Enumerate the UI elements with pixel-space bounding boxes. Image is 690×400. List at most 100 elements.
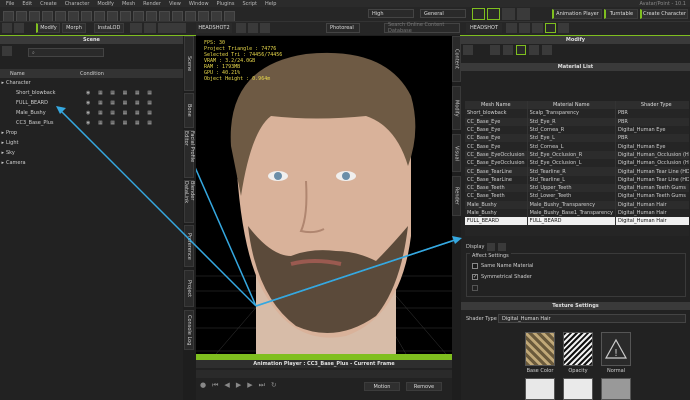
scene-tree-item[interactable]: Male_Bushy ◉ ▦ ▦ ▦ ▦ ▦: [0, 108, 183, 118]
material-col-header[interactable]: Material Name: [527, 101, 616, 110]
material-row[interactable]: CC_Base_Eye Std_Eye_R PBR: [465, 117, 689, 126]
display-mode-icon[interactable]: [487, 243, 496, 251]
left-tab-project[interactable]: Project: [184, 270, 194, 307]
left-tab-bone[interactable]: Bone: [184, 93, 194, 128]
create-character-button[interactable]: Create Character: [640, 9, 688, 19]
texture-icon[interactable]: [260, 23, 270, 33]
material-row[interactable]: CC_Base_Eye Std_Cornea_L Digital_Human Eye: [465, 142, 689, 151]
texture-thumbnail-5[interactable]: [563, 378, 593, 400]
viewport[interactable]: FPS: 30 Project Triangle : 74776 Selected …: [196, 36, 452, 354]
general-select[interactable]: General: [420, 9, 466, 18]
grid-toggle-icon[interactable]: [502, 8, 515, 20]
visibility-icons[interactable]: ◉ ▦ ▦ ▦ ▦ ▦: [86, 90, 155, 96]
scene-search-input[interactable]: ⌕: [28, 48, 104, 57]
first-frame-icon[interactable]: ⏮: [212, 381, 218, 391]
scene-tree-item[interactable]: Short_blowback ◉ ▦ ▦ ▦ ▦ ▦: [0, 88, 183, 98]
menu-item-plugins[interactable]: Plugins: [217, 1, 235, 7]
photoreal-select[interactable]: Photoreal: [326, 23, 360, 33]
left-tab-blender-datalink[interactable]: Blender DataLink: [183, 180, 195, 223]
scene-tree-item[interactable]: FULL_BEARD ◉ ▦ ▦ ▦ ▦ ▦: [0, 98, 183, 108]
normal-thumbnail[interactable]: !: [601, 332, 631, 366]
material-col-header[interactable]: Shader Type: [615, 101, 689, 110]
base-color-thumbnail[interactable]: [525, 332, 555, 366]
menu-item-mesh[interactable]: Mesh: [122, 1, 135, 7]
menu-item-character[interactable]: Character: [65, 1, 90, 7]
material-row[interactable]: CC_Base_EyeOcclusion Std_Eye_Occlusion_R D…: [465, 150, 689, 160]
menu-item-edit[interactable]: Edit: [22, 1, 32, 7]
material-row[interactable]: CC_Base_TearLine Std_Tearline_L Digital_Hu…: [465, 175, 689, 184]
visibility-icons[interactable]: ◉ ▦ ▦ ▦ ▦ ▦: [86, 100, 155, 106]
menu-item-window[interactable]: Window: [189, 1, 209, 7]
quality-select[interactable]: High: [368, 9, 414, 18]
texture-thumbnail-4[interactable]: [525, 378, 555, 400]
scene-tree-item[interactable]: ▸ Light: [0, 138, 183, 148]
instalod-button[interactable]: InstaLOD: [94, 23, 124, 33]
scene-tree-item[interactable]: ▸ Camera: [0, 158, 183, 168]
left-tab-facial-profile-editor[interactable]: Facial Profile Editor: [183, 130, 195, 178]
symmetrical-shader-checkbox[interactable]: ✓ Symmetrical Shader: [472, 274, 532, 280]
record-icon[interactable]: ●: [200, 381, 206, 391]
texture-thumbnail-6[interactable]: [601, 378, 631, 400]
turntable-button[interactable]: Turntable: [604, 9, 638, 19]
scene-tree-item[interactable]: ▸ Sky: [0, 148, 183, 158]
material-row[interactable]: FULL_BEARD FULL_BEARD Digital_Human Hair: [465, 217, 689, 226]
shader-type-select[interactable]: Digital_Human Hair: [498, 314, 686, 323]
checker-icon[interactable]: [545, 23, 556, 33]
left-tab-scene[interactable]: Scene: [184, 36, 194, 91]
menu-item-file[interactable]: File: [6, 1, 14, 7]
material-row[interactable]: Male_Bushy Male_Bushy_Transparency Digital…: [465, 200, 689, 209]
sync-button[interactable]: [158, 23, 186, 33]
morph-tool-button[interactable]: Morph: [62, 23, 86, 33]
material-row[interactable]: CC_Base_Teeth Std_Lower_Teeth Digital_Huma…: [465, 192, 689, 201]
right-tab-modify[interactable]: Modify: [452, 86, 461, 130]
material-col-header[interactable]: Mesh Name: [465, 101, 528, 110]
same-name-material-checkbox[interactable]: Same Name Material: [472, 263, 533, 269]
pose-icon[interactable]: [506, 23, 517, 33]
motion-button[interactable]: Motion: [364, 382, 400, 391]
left-tab-console-log[interactable]: Console Log: [184, 310, 194, 350]
home-icon[interactable]: [2, 23, 12, 33]
curve-icon[interactable]: [472, 8, 485, 20]
material-row[interactable]: Short_blowback Scalp_Transparency PBR: [465, 109, 689, 118]
menu-item-help[interactable]: Help: [265, 1, 276, 7]
menu-item-create[interactable]: Create: [40, 1, 57, 7]
motion-icon[interactable]: [503, 45, 513, 55]
plugin2-icon[interactable]: [144, 23, 156, 33]
modify-tool-button[interactable]: Modify: [36, 23, 60, 33]
filter-icon[interactable]: [2, 46, 12, 56]
material-row[interactable]: CC_Base_TearLine Std_Tearline_R Digital_Hu…: [465, 167, 689, 176]
right-tab-visual[interactable]: Visual: [452, 134, 461, 172]
menu-item-modify[interactable]: Modify: [97, 1, 114, 7]
scene-tree-item[interactable]: CC3_Base_Plus ◉ ▦ ▦ ▦ ▦ ▦: [0, 118, 183, 128]
material-row[interactable]: CC_Base_Teeth Std_Upper_Teeth Digital_Huma…: [465, 183, 689, 193]
light-toggle-icon[interactable]: [517, 8, 530, 20]
walk-icon[interactable]: [532, 23, 543, 33]
visibility-icons[interactable]: ◉ ▦ ▦ ▦ ▦ ▦: [86, 120, 155, 126]
menu-item-script[interactable]: Script: [242, 1, 257, 7]
right-tab-content[interactable]: Content: [452, 36, 461, 82]
menu-item-view[interactable]: View: [169, 1, 181, 7]
animation-player-button[interactable]: Animation Player: [552, 9, 602, 19]
prev-frame-icon[interactable]: ◀: [224, 381, 229, 391]
scene-tree-item[interactable]: ▸ Character: [0, 78, 183, 88]
attribute-icon[interactable]: [542, 45, 552, 55]
headshot2-button[interactable]: HEADSHOT2: [196, 23, 232, 33]
visibility-icons[interactable]: ◉ ▦ ▦ ▦ ▦ ▦: [86, 110, 155, 116]
bone-toggle-icon[interactable]: [487, 8, 500, 20]
person-icon[interactable]: [490, 45, 500, 55]
body-icon[interactable]: [248, 23, 258, 33]
adjust-icon[interactable]: [463, 45, 473, 55]
material-row[interactable]: CC_Base_Eye Std_Cornea_R Digital_Human Eye: [465, 125, 689, 135]
headshot-button[interactable]: HEADSHOT: [466, 23, 502, 33]
right-tab-render[interactable]: Render: [452, 176, 461, 216]
remove-button[interactable]: Remove: [406, 382, 442, 391]
head-icon[interactable]: [236, 23, 246, 33]
search-input[interactable]: Search Online Content Database: [384, 22, 460, 34]
timeline-track[interactable]: [196, 370, 452, 378]
material-checker-icon[interactable]: [516, 45, 526, 55]
menu-item-render[interactable]: Render: [143, 1, 161, 7]
display-icon[interactable]: [558, 23, 569, 33]
physics-icon[interactable]: [529, 45, 539, 55]
material-row[interactable]: CC_Base_Eye Std_Eye_L PBR: [465, 134, 689, 143]
material-row[interactable]: CC_Base_EyeOcclusion Std_Eye_Occlusion_L D…: [465, 159, 689, 168]
